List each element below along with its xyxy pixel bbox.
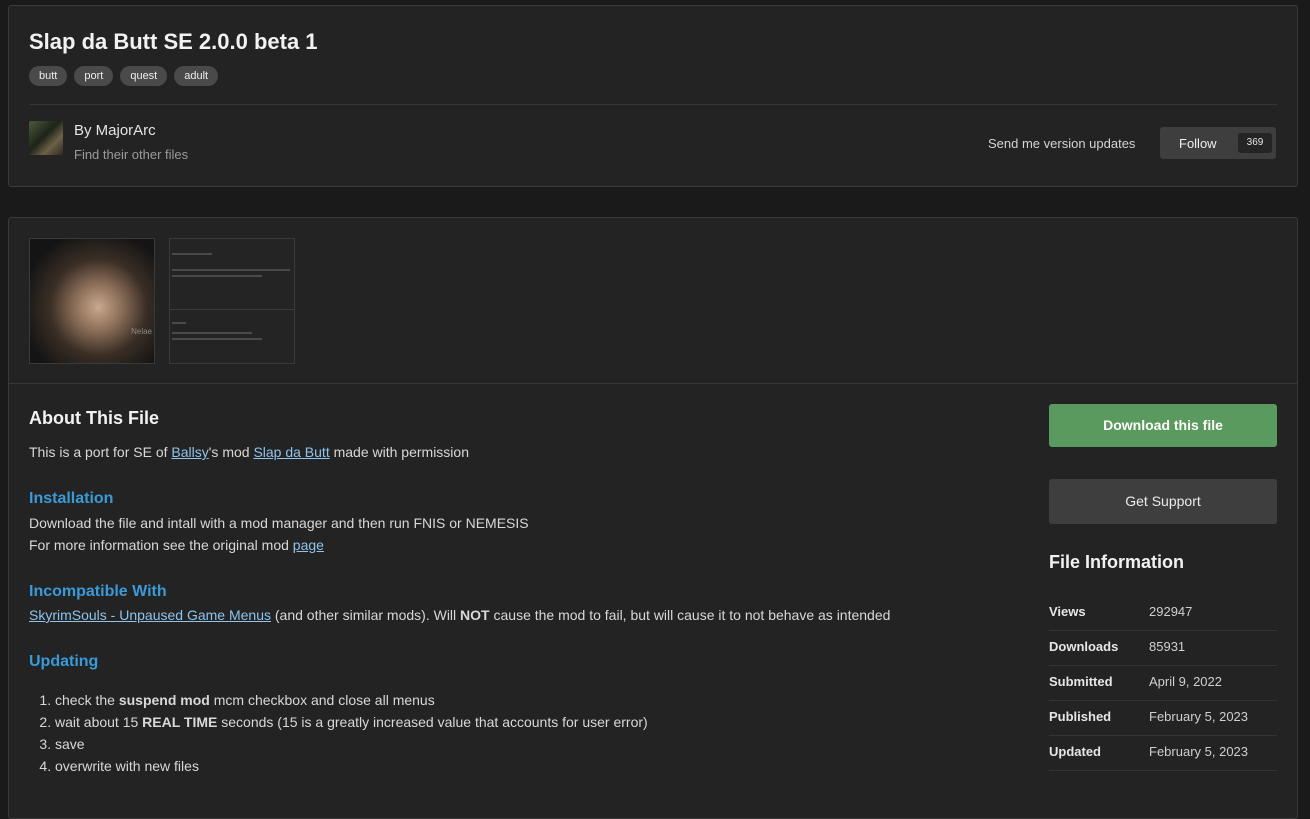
- intro-text: made with permission: [329, 444, 469, 460]
- file-info-value: April 9, 2022: [1149, 674, 1222, 689]
- file-header: Slap da Butt SE 2.0.0 beta 1 butt port q…: [8, 5, 1298, 187]
- file-info-key: Views: [1049, 604, 1086, 619]
- updating-step: overwrite with new files: [55, 755, 648, 777]
- file-information-title: File Information: [1049, 552, 1184, 572]
- follow-button[interactable]: Follow 369: [1160, 127, 1276, 159]
- thumbnail-text-block: [170, 239, 294, 300]
- file-info-key: Submitted: [1049, 674, 1113, 689]
- updating-step: save: [55, 733, 648, 755]
- original-mod-page-link[interactable]: page: [293, 537, 324, 553]
- intro-text: 's mod: [208, 444, 254, 460]
- get-support-button[interactable]: Get Support: [1049, 479, 1277, 524]
- file-info-row: Downloads 85931: [1049, 630, 1277, 666]
- follower-count-badge: 369: [1238, 133, 1272, 153]
- file-info-value: February 5, 2023: [1149, 744, 1249, 759]
- file-info-value: February 5, 2023: [1149, 709, 1249, 724]
- installation-more-info: For more information see the original mo…: [29, 537, 324, 553]
- tag-list: butt port quest adult: [29, 66, 219, 86]
- incompatible-heading: Incompatible With: [29, 583, 167, 600]
- gallery-thumbnail-1[interactable]: Nelae: [29, 238, 155, 364]
- file-info-value: 292947: [1149, 604, 1193, 619]
- updating-step: wait about 15 REAL TIME seconds (15 is a…: [55, 711, 648, 733]
- tag-adult[interactable]: adult: [174, 66, 219, 86]
- updating-step: check the suspend mod mcm checkbox and c…: [55, 689, 648, 711]
- skyrimsouls-link[interactable]: SkyrimSouls - Unpaused Game Menus: [29, 607, 271, 623]
- follow-label: Follow: [1179, 136, 1217, 151]
- thumbnail-text-block: [170, 309, 294, 363]
- intro-text: This is a port for SE of: [29, 444, 172, 460]
- updating-heading: Updating: [29, 653, 99, 670]
- file-title: Slap da Butt SE 2.0.0 beta 1: [29, 29, 318, 54]
- about-title: About This File: [29, 408, 159, 428]
- author-avatar[interactable]: [29, 121, 63, 155]
- author-name[interactable]: By MajorArc: [74, 122, 156, 139]
- thumbnail-watermark: Nelae: [131, 327, 152, 336]
- about-intro: This is a port for SE of Ballsy's mod Sl…: [29, 444, 469, 460]
- file-info-key: Downloads: [1049, 639, 1119, 654]
- header-divider: [29, 104, 1277, 105]
- installation-heading: Installation: [29, 490, 114, 507]
- incompatible-text: SkyrimSouls - Unpaused Game Menus (and o…: [29, 607, 890, 623]
- file-info-value: 85931: [1149, 639, 1186, 654]
- updating-steps: check the suspend mod mcm checkbox and c…: [29, 689, 648, 777]
- slap-da-butt-link[interactable]: Slap da Butt: [253, 444, 329, 460]
- ballsy-link[interactable]: Ballsy: [171, 444, 208, 460]
- tag-quest[interactable]: quest: [120, 66, 168, 86]
- not-emphasis: NOT: [460, 607, 490, 623]
- file-info-key: Updated: [1049, 744, 1101, 759]
- installation-text: Download the file and intall with a mod …: [29, 515, 529, 531]
- tag-port[interactable]: port: [74, 66, 114, 86]
- file-content: Nelae About This File This is a port for…: [8, 217, 1298, 819]
- incompatible-text-part: (and other similar mods). Will: [271, 607, 461, 623]
- send-version-updates-label: Send me version updates: [988, 136, 1136, 151]
- file-info-key: Published: [1049, 709, 1112, 724]
- more-info-text: For more information see the original mo…: [29, 537, 293, 553]
- incompatible-text-part: cause the mod to fail, but will cause it…: [489, 607, 891, 623]
- content-divider: [9, 383, 1297, 384]
- file-info-row: Submitted April 9, 2022: [1049, 665, 1277, 701]
- download-button[interactable]: Download this file: [1049, 404, 1277, 447]
- file-info-row: Views 292947: [1049, 595, 1277, 631]
- file-info-row: Published February 5, 2023: [1049, 700, 1277, 736]
- gallery-thumbnail-2[interactable]: [169, 238, 295, 364]
- author-other-files-link[interactable]: Find their other files: [74, 147, 188, 162]
- tag-butt[interactable]: butt: [29, 66, 68, 86]
